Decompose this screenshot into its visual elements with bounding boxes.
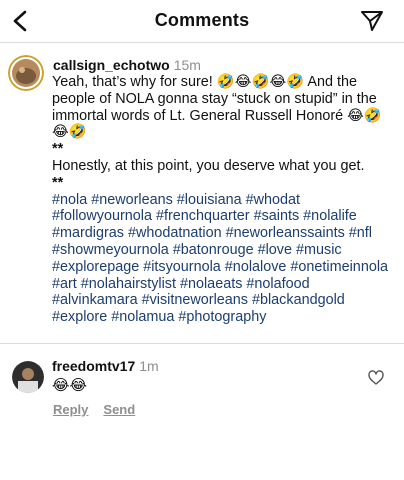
header-divider — [0, 42, 404, 43]
comment-text: 😂😂 — [52, 376, 88, 394]
comment-text-line: Honestly, at this point, you deserve wha… — [52, 157, 365, 174]
top-bar: Comments — [0, 0, 404, 42]
comment-header: callsign_echotwo 15m — [53, 57, 201, 75]
avatar[interactable] — [12, 361, 44, 393]
comment-separator: ** — [52, 141, 64, 158]
comment-separator: ** — [52, 174, 64, 191]
hashtag-list[interactable]: #nola #neworleans #louisiana #whodat #fo… — [52, 192, 397, 326]
page-title: Comments — [154, 10, 250, 30]
comment-header: freedomtv17 1m — [52, 358, 159, 376]
heart-icon[interactable] — [368, 370, 384, 386]
send-button[interactable]: Send — [103, 402, 135, 417]
comment-actions: Reply Send — [53, 402, 150, 417]
reply-button[interactable]: Reply — [53, 402, 88, 417]
comment-body: Yeah, that’s why for sure! 🤣😂🤣😂🤣 And the… — [52, 74, 397, 326]
comment-text-line: Yeah, that’s why for sure! 🤣😂🤣😂🤣 And the… — [52, 74, 382, 141]
comment-username[interactable]: callsign_echotwo — [53, 57, 170, 73]
comment-username[interactable]: freedomtv17 — [52, 358, 135, 374]
avatar[interactable] — [8, 55, 44, 91]
comment-divider — [0, 343, 404, 344]
comment-time: 1m — [139, 358, 159, 374]
paper-plane-icon[interactable] — [360, 10, 384, 32]
comment-time: 15m — [173, 57, 201, 73]
